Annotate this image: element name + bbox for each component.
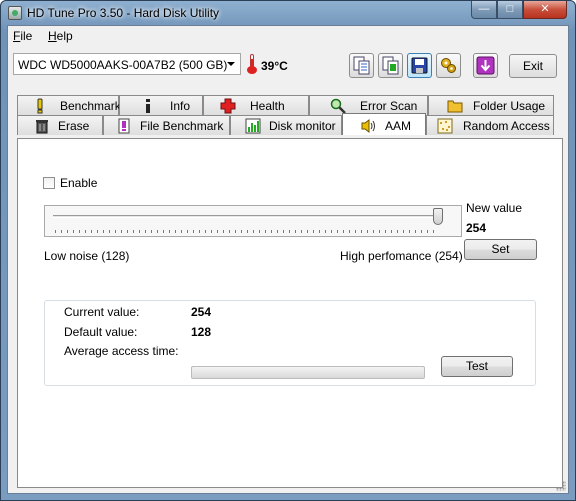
thermometer-icon — [247, 54, 257, 74]
health-cross-icon — [220, 98, 236, 114]
menu-file[interactable]: File — [13, 29, 32, 43]
current-value-label: Current value: — [64, 305, 140, 319]
drive-select-value: WDC WD5000AAKS-00A7B2 (500 GB) — [18, 58, 228, 72]
enable-checkbox[interactable] — [43, 177, 55, 189]
exit-button[interactable]: Exit — [509, 54, 557, 78]
magnifier-icon — [330, 98, 346, 114]
slider-ticks — [55, 230, 439, 233]
tab-benchmark[interactable]: Benchmark — [17, 95, 121, 115]
tab-error-scan[interactable]: Error Scan — [309, 95, 428, 115]
tab-health[interactable]: Health — [203, 95, 309, 115]
tab-folder-usage[interactable]: Folder Usage — [428, 95, 554, 115]
copy-screenshot-button[interactable] — [378, 53, 403, 78]
tab-file-benchmark[interactable]: File Benchmark — [103, 115, 230, 135]
options-icon — [441, 58, 456, 73]
speaker-icon — [361, 119, 375, 133]
tab-label: AAM — [385, 119, 412, 133]
drive-select[interactable]: WDC WD5000AAKS-00A7B2 (500 GB) — [13, 53, 241, 75]
new-value: 254 — [466, 221, 487, 235]
app-icon[interactable] — [8, 6, 22, 20]
folder-icon — [447, 100, 463, 113]
tab-disk-monitor[interactable]: Disk monitor — [230, 115, 342, 135]
window-title: HD Tune Pro 3.50 - Hard Disk Utility — [27, 6, 220, 20]
download-button[interactable] — [473, 53, 498, 78]
minimize-button[interactable]: — — [471, 1, 497, 19]
dropdown-arrow-icon — [227, 62, 235, 66]
test-button[interactable]: Test — [441, 356, 513, 377]
maximize-button[interactable]: □ — [497, 1, 523, 19]
file-benchmark-icon — [118, 118, 130, 134]
temperature-readout: 39°C — [261, 59, 288, 73]
access-time-progress — [191, 366, 425, 379]
tab-label: File Benchmark — [140, 119, 224, 133]
menu-help[interactable]: Help — [48, 29, 73, 43]
client-area: File Help WDC WD5000AAKS-00A7B2 (500 GB)… — [7, 25, 569, 494]
info-icon — [146, 99, 150, 113]
random-access-icon — [437, 118, 453, 134]
tab-label: Disk monitor — [269, 119, 336, 133]
app-window: HD Tune Pro 3.50 - Hard Disk Utility — □… — [0, 0, 576, 501]
copy-text-button[interactable] — [349, 53, 374, 78]
title-bar[interactable]: HD Tune Pro 3.50 - Hard Disk Utility — □… — [1, 1, 575, 25]
close-button[interactable]: ✕ — [523, 1, 567, 19]
default-value: 128 — [191, 325, 212, 339]
tab-random-access[interactable]: Random Access — [426, 115, 554, 135]
slider-track — [53, 215, 438, 218]
tab-info[interactable]: Info — [119, 95, 203, 115]
trash-icon — [36, 120, 48, 134]
high-performance-label: High perfomance (254) — [340, 249, 463, 263]
aam-slider[interactable] — [44, 205, 462, 237]
average-access-time-label: Average access time: — [64, 344, 179, 358]
tab-label: Error Scan — [360, 99, 418, 113]
save-button[interactable] — [407, 53, 432, 78]
tab-label: Benchmark — [60, 99, 121, 113]
exclamation-icon — [37, 98, 43, 114]
current-value: 254 — [191, 305, 212, 319]
low-noise-label: Low noise (128) — [44, 249, 130, 263]
set-button[interactable]: Set — [464, 239, 537, 260]
new-value-label: New value — [466, 201, 523, 215]
down-arrow-icon — [476, 56, 495, 75]
tab-aam[interactable]: AAM — [342, 113, 426, 135]
copy-text-icon — [353, 56, 370, 75]
tab-label: Erase — [58, 119, 90, 133]
slider-thumb[interactable] — [433, 208, 443, 225]
copy-screenshot-icon — [382, 56, 399, 75]
enable-label: Enable — [60, 176, 98, 190]
tab-label: Info — [170, 99, 191, 113]
tab-label: Folder Usage — [473, 99, 546, 113]
default-value-label: Default value: — [64, 325, 138, 339]
tab-label: Random Access — [463, 119, 550, 133]
options-button[interactable] — [436, 53, 461, 78]
tab-erase[interactable]: Erase — [17, 115, 103, 135]
tab-label: Health — [250, 99, 285, 113]
chart-icon — [245, 118, 261, 134]
menu-bar: File Help — [8, 26, 568, 46]
save-icon — [411, 57, 428, 74]
